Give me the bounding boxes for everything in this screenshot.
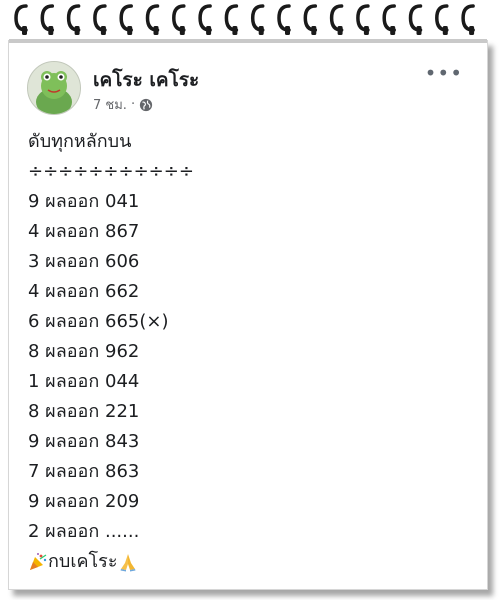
post-line: 4 ผลออก 662 [28, 281, 140, 302]
post-line: 7 ผลออก 863 [28, 461, 140, 482]
post-line: ÷÷÷÷÷÷÷÷÷÷÷ [28, 161, 194, 182]
post-header: เคโระ เคโระ 7 ชม. · ••• [27, 61, 467, 117]
spiral-hole [416, 26, 422, 35]
frog-avatar-icon [28, 62, 80, 114]
post-line: 9 ผลออก 843 [28, 431, 140, 452]
post-card: เคโระ เคโระ 7 ชม. · ••• ดับทุกหลักบน ÷÷÷… [8, 39, 488, 590]
spiral-hole [179, 26, 185, 35]
spiral-hole [74, 26, 80, 35]
spiral-hole [48, 26, 54, 35]
praying-hands-icon [120, 554, 136, 572]
spiral-hole [363, 26, 369, 35]
spiral-hole [390, 26, 396, 35]
post-line: 8 ผลออก 221 [28, 401, 140, 422]
post-line: 3 ผลออก 606 [28, 251, 140, 272]
spiral-hole [153, 26, 159, 35]
post-line: 6 ผลออก 665(×) [28, 311, 169, 332]
globe-icon [139, 98, 153, 111]
spiral-hole [100, 26, 106, 35]
post-line: 1 ผลออก 044 [28, 371, 140, 392]
post-body: ดับทุกหลักบน ÷÷÷÷÷÷÷÷÷÷÷ 9 ผลออก 041 4 ผ… [28, 127, 458, 577]
post-line: 9 ผลออก 041 [28, 191, 140, 212]
post-meta: 7 ชม. · [93, 94, 153, 115]
post-line: 4 ผลออก 867 [28, 221, 140, 242]
post-line: 9 ผลออก 209 [28, 491, 140, 512]
party-popper-icon [30, 553, 47, 570]
post-line: ดับทุกหลักบน [28, 131, 132, 152]
author-name[interactable]: เคโระ เคโระ [93, 65, 199, 95]
spiral-hole [258, 26, 264, 35]
page-top-edge [9, 39, 487, 43]
spiral-hole [22, 26, 27, 35]
post-line: 2 ผลออก ...... [28, 521, 140, 542]
spiral-hole [311, 26, 317, 35]
post-line: 8 ผลออก 962 [28, 341, 140, 362]
spiral-hole [442, 26, 448, 35]
meta-separator: · [130, 97, 136, 112]
spiral-hole [285, 26, 290, 35]
spiral-hole [469, 26, 475, 35]
post-time[interactable]: 7 ชม. [93, 94, 127, 115]
notebook-spiral-binding [14, 4, 475, 35]
spiral-hole [337, 26, 343, 35]
spiral-hole [206, 26, 212, 35]
author-avatar[interactable] [27, 61, 81, 115]
more-options-button[interactable]: ••• [425, 61, 463, 85]
signoff-text: กบเคโระ [48, 551, 118, 572]
post-signoff-line: กบเคโระ [28, 547, 458, 577]
spiral-hole [232, 26, 238, 35]
spiral-hole [127, 26, 133, 35]
